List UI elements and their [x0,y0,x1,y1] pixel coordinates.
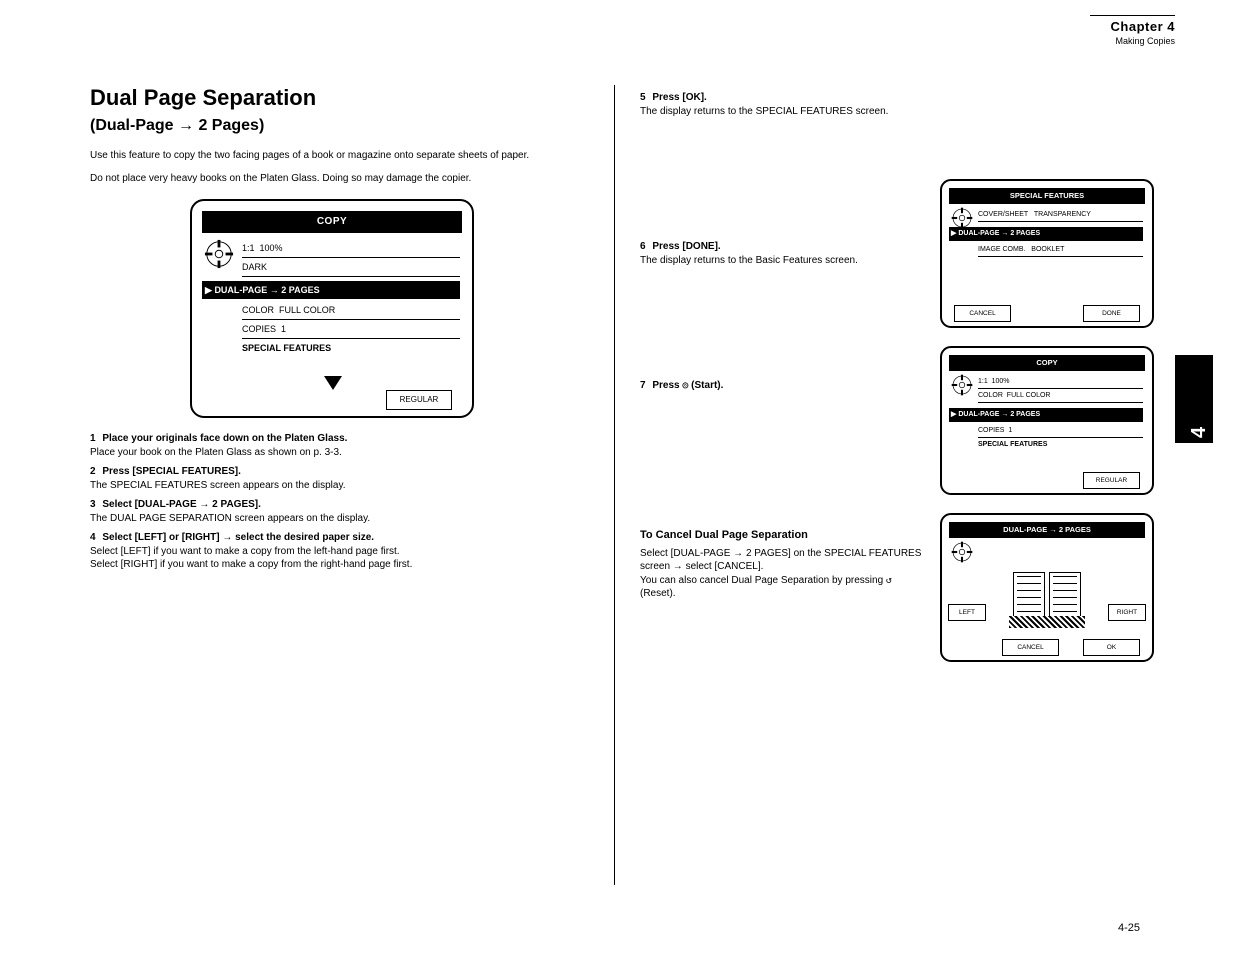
cancel-heading: To Cancel Dual Page Separation [640,529,925,541]
reset-icon: ↺ [886,575,892,586]
section-title: Dual Page Separation [90,85,590,111]
page-header: Chapter 4 Making Copies [1090,13,1175,46]
row-color: COLOR FULL COLOR [242,301,460,320]
caution-text: Do not place very heavy books on the Pla… [90,172,590,185]
row: COLOR FULL COLOR [978,389,1143,403]
row-dark: DARK [242,258,460,277]
side-tab: 4 [1175,355,1213,443]
down-arrow-icon [324,376,342,390]
dial-icon [951,207,973,229]
chapter-subtitle: Making Copies [1090,36,1175,46]
row: COPIES 1 [978,424,1143,438]
right-hint[interactable]: RIGHT [1108,604,1146,621]
page-left-icon [1013,572,1045,618]
row-ratio: 1:1 100% [242,239,460,258]
row-special: SPECIAL FEATURES [242,339,460,357]
row-selected: ▶ DUAL-PAGE → 2 PAGES [949,408,1143,422]
copy-screen: COPY 1:1 100% COLOR FULL COLOR ▶ DUAL-PA… [940,346,1154,495]
start-icon: ◎ [682,380,688,391]
screen-title: COPY [949,355,1145,371]
dual-page-screen: DUAL-PAGE → 2 PAGES LEFT RIGHT CANCEL OK [940,513,1154,662]
cancel-step: Select [DUAL-PAGE → 2 PAGES] on the SPEC… [640,547,925,601]
basic-features-screen: COPY 1:1 100% DARK ▶ DUAL-PAGE → 2 PAGES… [190,199,474,418]
step-5: 5 Press [OK]. The display returns to the… [640,91,925,118]
page-right-icon [1049,572,1081,618]
cancel-button[interactable]: CANCEL [954,305,1011,322]
screen-title: SPECIAL FEATURES [949,188,1145,204]
step-2: 2 Press [SPECIAL FEATURES]. The SPECIAL … [90,465,590,492]
dial-icon [951,541,973,563]
dial-icon [204,239,234,269]
platen-base-icon [1009,616,1085,628]
screen-title: DUAL-PAGE → 2 PAGES [949,522,1145,538]
special-features-screen: SPECIAL FEATURES COVER/SHEET TRANSPARENC… [940,179,1154,328]
row: COVER/SHEET TRANSPARENCY [978,208,1143,222]
column-divider [614,85,615,885]
regular-button[interactable]: REGULAR [1083,472,1140,489]
step-1: 1 Place your originals face down on the … [90,432,590,459]
done-button[interactable]: DONE [1083,305,1140,322]
step-3: 3 Select [DUAL-PAGE → 2 PAGES]. The DUAL… [90,498,590,525]
section-subtitle: (Dual-Page → 2 Pages) [90,117,590,135]
row-copies: COPIES 1 [242,320,460,339]
screen-title: COPY [202,211,462,233]
cancel-button[interactable]: CANCEL [1002,639,1059,656]
intro-text: Use this feature to copy the two facing … [90,149,590,162]
step-4: 4 Select [LEFT] or [RIGHT] → select the … [90,531,590,572]
step-7: 7 Press ◎ (Start). [640,379,925,393]
row: 1:1 100% [978,375,1143,389]
page-number: 4-25 [1118,922,1140,934]
dual-page-graphic: LEFT RIGHT [942,570,1152,638]
row-selected: ▶ DUAL-PAGE → 2 PAGES [202,281,460,299]
dial-icon [951,374,973,396]
row: IMAGE COMB. BOOKLET [978,243,1143,257]
ok-button[interactable]: OK [1083,639,1140,656]
step-6: 6 Press [DONE]. The display returns to t… [640,240,925,267]
chapter-label: Chapter 4 [1090,19,1175,34]
left-hint[interactable]: LEFT [948,604,986,621]
row-special: SPECIAL FEATURES [978,438,1143,451]
right-column: 5 Press [OK]. The display returns to the… [640,85,1140,607]
regular-button[interactable]: REGULAR [386,390,452,410]
thumbnail-column: SPECIAL FEATURES COVER/SHEET TRANSPARENC… [940,179,1154,680]
left-column: Dual Page Separation (Dual-Page → 2 Page… [90,85,590,578]
row-selected: ▶ DUAL-PAGE → 2 PAGES [949,227,1143,241]
